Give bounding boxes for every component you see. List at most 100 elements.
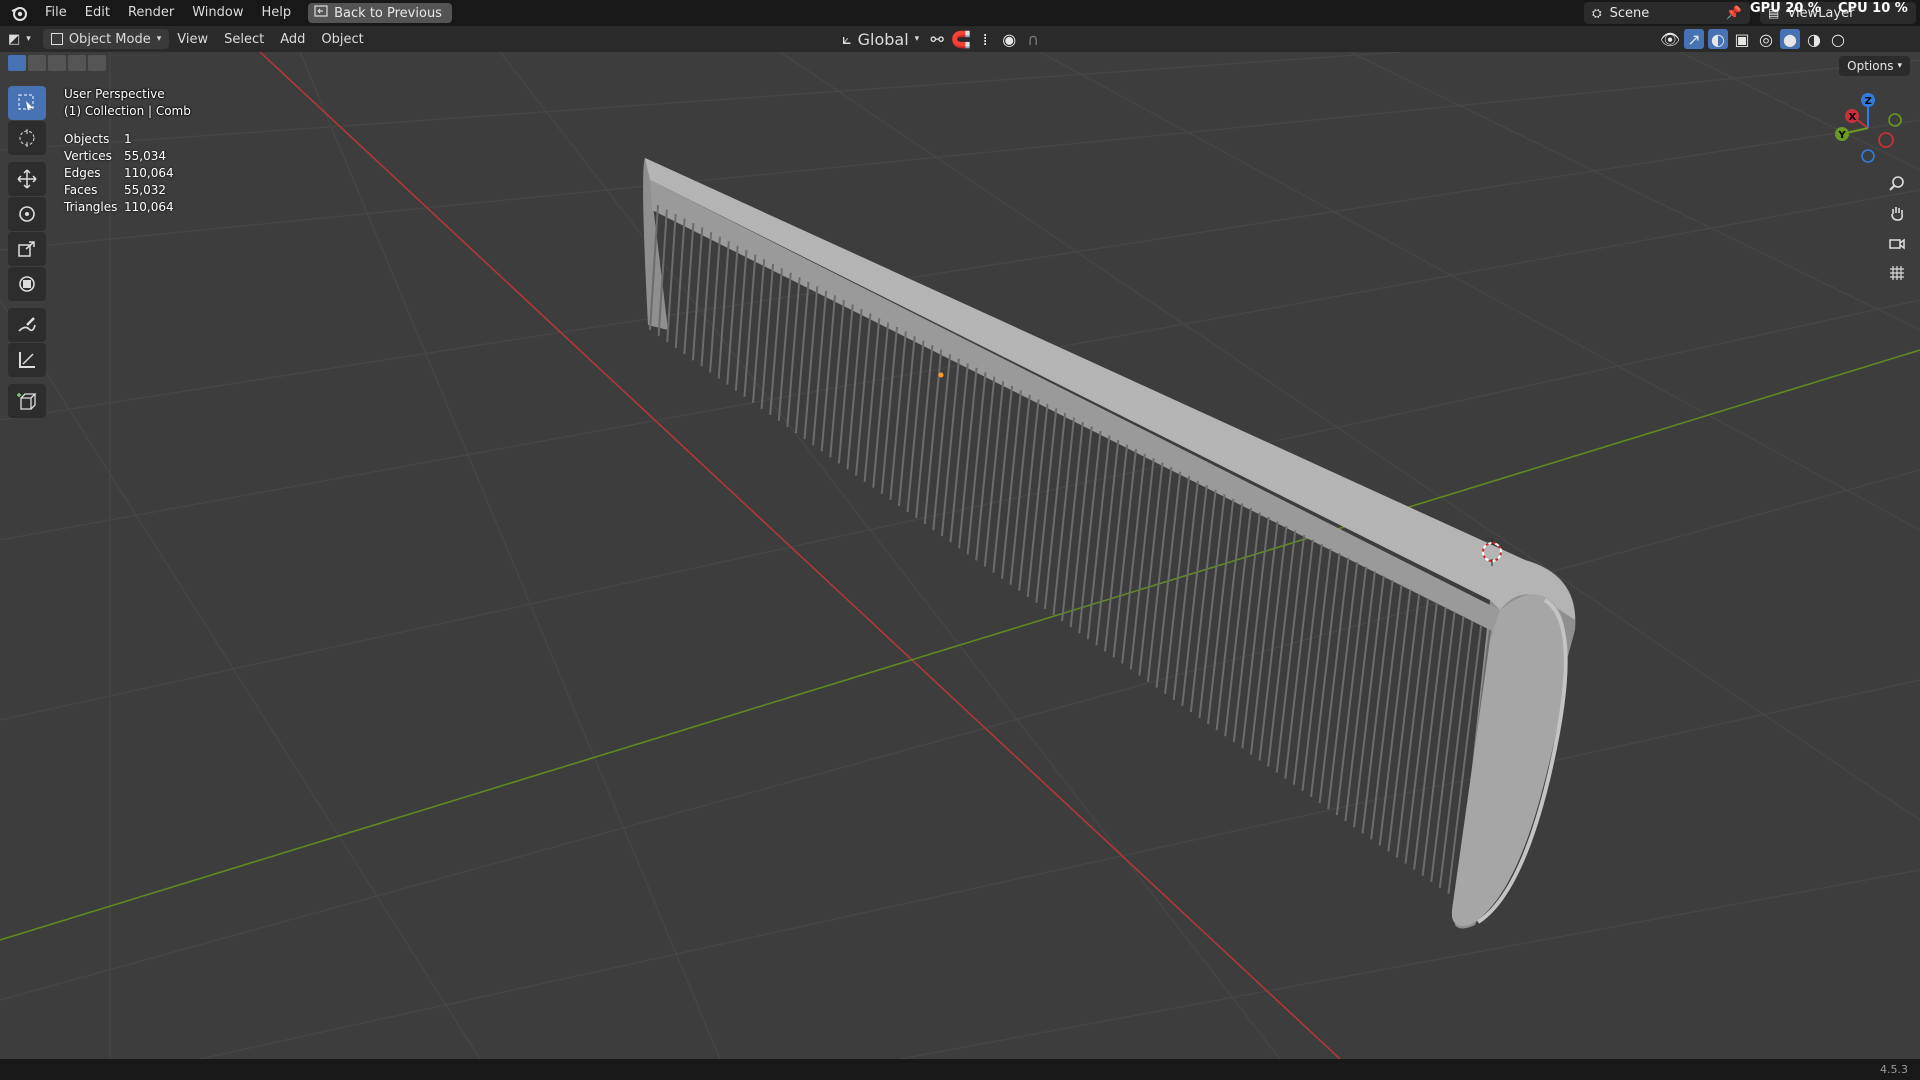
comb-tooth [1413,607,1447,870]
comb-tooth [700,232,713,367]
comb-tooth [872,322,890,488]
select-invert-icon[interactable] [68,55,86,71]
comb-tooth [1129,458,1155,670]
transform-tool-icon[interactable] [8,267,46,301]
scene-selector[interactable]: ⛭ Scene 📌 [1584,2,1750,24]
comb-tooth [752,259,766,403]
snap-icon[interactable]: 🧲 [951,29,971,49]
cursor-tool-icon[interactable] [8,121,46,155]
falloff-icon[interactable]: ∩ [1023,29,1043,49]
comb-tooth [1043,412,1067,610]
comb-tooth [958,367,978,549]
menu-render[interactable]: Render [119,0,183,26]
comb-tooth [1138,462,1164,676]
comb-tooth [966,372,987,555]
editor-type-icon: ◩ [8,31,21,47]
comb-tooth [1112,449,1137,658]
solid-shading-icon[interactable]: ● [1780,29,1800,49]
comb-tooth [1430,616,1465,882]
annotate-tool-icon[interactable] [8,308,46,342]
snap-target-icon[interactable]: ⁞ [975,29,995,49]
comb-tooth [1026,403,1049,597]
select-new-icon[interactable] [8,55,26,71]
comb-tooth [674,218,686,349]
orthographic-toggle-icon[interactable] [1884,260,1910,286]
back-icon [314,5,328,21]
scene-icon: ⛭ [1592,5,1602,20]
options-dropdown[interactable]: Options ▾ [1839,56,1910,76]
comb-tooth [1352,575,1385,828]
scale-tool-icon[interactable] [8,232,46,266]
visibility-icon[interactable]: 👁 [1660,29,1680,49]
comb-tooth [1009,394,1031,585]
wireframe-shading-icon[interactable]: ◎ [1756,29,1776,49]
comb-tooth [683,223,695,355]
menu-window[interactable]: Window [183,0,252,26]
menu-add[interactable]: Add [272,29,313,49]
proportional-editing-icon[interactable]: ◉ [999,29,1019,49]
select-subtract-icon[interactable] [48,55,66,71]
comb-tooth [992,385,1014,573]
navigation-gizmo[interactable]: Z X Y [1830,88,1910,168]
select-extend-icon[interactable] [28,55,46,71]
comb-tooth [889,331,907,500]
active-collection-label: (1) Collection | Comb [64,104,191,118]
menu-edit[interactable]: Edit [76,0,119,26]
cpu-usage: CPU 10 % [1838,1,1908,16]
chevron-down-icon: ▾ [1897,61,1902,71]
comb-tooth [1061,421,1084,622]
comb-tooth [949,363,969,543]
editor-type-button[interactable]: ◩ ▾ [0,29,39,49]
pivot-icon[interactable]: ⚯ [927,29,947,49]
xray-icon[interactable]: ▣ [1732,29,1752,49]
back-to-previous-button[interactable]: Back to Previous [308,3,452,23]
material-shading-icon[interactable]: ◑ [1804,29,1824,49]
comb-tooth [717,241,730,379]
scene-statistics: Objects 1 Vertices 55,034 Edges 110,064 Fac… [64,132,174,217]
menu-select[interactable]: Select [216,29,272,49]
3d-viewport[interactable] [0,52,1920,1059]
camera-view-icon[interactable] [1884,230,1910,256]
stat-row: Triangles 110,064 [64,200,174,214]
stat-row: Edges 110,064 [64,166,174,180]
blender-logo-icon[interactable] [8,2,30,24]
object-mode-dropdown[interactable]: Object Mode ▾ [42,29,170,49]
object-mode-icon [50,33,63,45]
select-intersect-icon[interactable] [88,55,106,71]
comb-tooth [1387,593,1421,852]
options-label: Options [1847,59,1894,73]
comb-tooth [1035,408,1058,603]
comb-tooth [1404,602,1438,864]
measure-tool-icon[interactable] [8,343,46,377]
menu-file[interactable]: File [36,0,76,26]
menu-help[interactable]: Help [253,0,301,26]
tool-shelf [8,86,48,419]
gpu-usage: GPU 20 % [1750,1,1821,16]
transform-orientation-dropdown[interactable]: ⟀ Global ▾ [838,29,923,49]
overlay-toggle-icon[interactable]: ◐ [1708,29,1728,49]
comb-tooth [1395,598,1430,858]
comb-tooth [1095,440,1120,646]
comb-tooth [975,376,996,561]
stat-row: Objects 1 [64,132,132,146]
menu-object[interactable]: Object [313,29,371,49]
comb-tooth [897,336,916,506]
comb-tooth [726,245,739,385]
comb-tooth [1052,417,1075,616]
comb-tooth [1069,426,1093,628]
rendered-shading-icon[interactable]: ○ [1828,29,1848,49]
scene-name: Scene [1609,5,1650,21]
select-box-tool-icon[interactable] [8,86,46,120]
comb-tooth [983,381,1005,567]
comb-tooth [1018,399,1040,591]
menu-view[interactable]: View [169,29,216,49]
add-cube-tool-icon[interactable] [8,384,46,418]
gizmo-toggle-icon[interactable]: ↗ [1684,29,1704,49]
comb-tooth [1000,390,1022,579]
pan-hand-icon[interactable] [1884,200,1910,226]
move-tool-icon[interactable] [8,162,46,196]
pin-icon: 📌 [1725,5,1742,21]
rotate-tool-icon[interactable] [8,197,46,231]
comb-tooth [1121,453,1146,664]
zoom-icon[interactable] [1884,170,1910,196]
